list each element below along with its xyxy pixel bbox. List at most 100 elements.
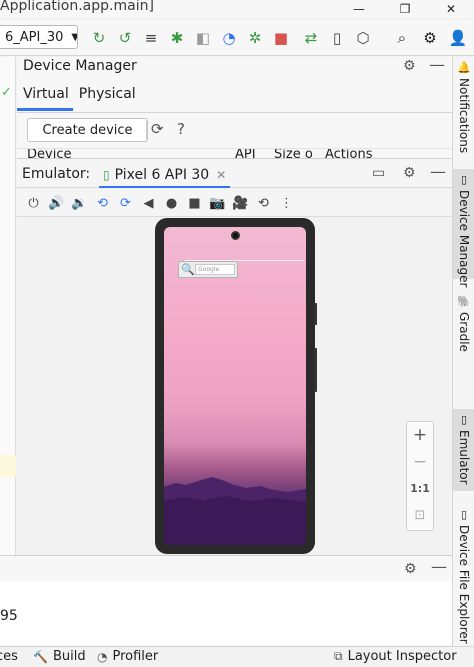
record-icon[interactable]: 🎥 [229, 193, 252, 213]
refresh-icon[interactable]: ⟳ [151, 120, 164, 138]
power-icon[interactable]: ⏻ [22, 193, 45, 213]
run-actions: ↻ ↺ ≡ ✱ ◧ ◔ ✲ ■ ⇄ ▯ ⬡ [86, 26, 376, 50]
rotate-right-icon[interactable]: ⟳ [114, 193, 137, 213]
emulator-label: Emulator: [22, 166, 91, 182]
phone-frame: 🔍 Google [155, 218, 315, 554]
sdk-manager-icon[interactable]: ⬡ [350, 26, 376, 50]
profile-icon[interactable]: ◔ [216, 26, 242, 50]
sidebar-tab-label: Gradle [457, 312, 471, 352]
zoom-controls: + − 1:1 ⊡ [406, 421, 434, 531]
stop-icon[interactable]: ■ [268, 26, 294, 50]
search-placeholder: Google [195, 264, 235, 275]
statusbar-label: ces [0, 649, 18, 664]
toolbar-right-actions: ⌕ ⚙ 👤 [388, 26, 472, 50]
close-icon[interactable]: ✕ [216, 168, 226, 182]
user-icon[interactable]: 👤 [444, 26, 472, 50]
sidebar-tab-label: Emulator [457, 430, 471, 485]
settings-icon[interactable]: ⚙ [416, 26, 444, 50]
minimize-button[interactable]: — [336, 0, 382, 18]
overview-icon[interactable]: ■ [183, 193, 206, 213]
file-explorer-icon: ▯ [460, 508, 468, 521]
phone-icon: ▯ [460, 413, 468, 426]
device-selector[interactable]: 6_API_30 ▼ [0, 25, 78, 49]
sidebar-tab-device-manager[interactable]: ▯ Device Manager [453, 169, 474, 287]
zoom-in-button[interactable]: + [407, 425, 433, 445]
tab-pixel-6-api-30[interactable]: ▯ Pixel 6 API 30 ✕ [99, 164, 231, 188]
divider [17, 112, 452, 113]
minimize-panel-icon[interactable]: — [429, 55, 445, 74]
wallpaper-mountains [164, 477, 306, 545]
device-manager-icon: ▯ [460, 173, 468, 186]
gutter-highlight [0, 455, 16, 477]
device-screen[interactable]: 🔍 Google [164, 227, 306, 545]
device-manager-tabs: Virtual Physical [17, 83, 140, 111]
volume-up-icon[interactable]: 🔊 [45, 193, 68, 213]
left-gutter: ✓ [0, 57, 16, 557]
sidebar-tab-device-file-explorer[interactable]: ▯ Device File Explorer [453, 508, 474, 644]
rerun-icon[interactable]: ↻ [86, 26, 112, 50]
snapshot-icon[interactable]: ⟲ [252, 193, 275, 213]
minimize-panel-icon[interactable]: — [431, 557, 447, 576]
column-size[interactable]: Size o [274, 149, 313, 158]
device-selector-label: 6_API_30 [5, 29, 64, 45]
emulator-tab-label: Pixel 6 API 30 [114, 167, 210, 183]
gear-icon[interactable]: ⚙ [403, 165, 416, 181]
help-icon[interactable]: ? [177, 120, 185, 138]
sidebar-tab-label: Device Manager [457, 190, 471, 288]
elephant-icon: 🐘 [457, 295, 471, 308]
more-icon[interactable]: ⋮ [275, 193, 298, 213]
search-icon[interactable]: ⌕ [388, 26, 416, 50]
output-text: 95 [0, 608, 18, 624]
power-button [314, 303, 317, 325]
emulator-toolbar: ⏻ 🔊 🔉 ⟲ ⟳ ◀ ● ■ 📷 🎥 ⟲ ⋮ [17, 189, 452, 217]
device-manager-icon[interactable]: ▯ [324, 26, 350, 50]
window-controls: — ❐ ✕ [336, 0, 474, 18]
sync-icon[interactable]: ⇄ [298, 26, 324, 50]
zoom-out-button[interactable]: − [407, 452, 433, 472]
window-mode-icon[interactable]: ▭ [372, 165, 385, 181]
attach-debugger-icon[interactable]: ◧ [190, 26, 216, 50]
fit-screen-icon[interactable]: ⊡ [407, 508, 433, 523]
emulator-controls: ⏻ 🔊 🔉 ⟲ ⟳ ◀ ● ■ 📷 🎥 ⟲ ⋮ [22, 193, 298, 213]
close-window-button[interactable]: ✕ [428, 0, 474, 18]
statusbar-item-layout-inspector[interactable]: ⧉ Layout Inspector [334, 649, 457, 664]
volume-rocker [314, 348, 317, 392]
gear-icon[interactable]: ⚙ [403, 58, 416, 74]
maximize-button[interactable]: ❐ [382, 0, 428, 18]
sidebar-tab-label: Device File Explorer [457, 525, 471, 644]
statusbar-item-services[interactable]: ces [0, 649, 18, 664]
emulator-display: 🔍 Google [17, 218, 452, 554]
create-device-button[interactable]: Create device [27, 118, 148, 142]
tab-physical[interactable]: Physical [73, 83, 140, 111]
statusbar-label: Layout Inspector [347, 649, 457, 664]
gear-icon[interactable]: ⚙ [404, 561, 417, 577]
run-tests-icon[interactable]: ≡ [138, 26, 164, 50]
column-actions[interactable]: Actions [325, 149, 373, 158]
debug-icon[interactable]: ✱ [164, 26, 190, 50]
sidebar-tab-gradle[interactable]: 🐘 Gradle [453, 295, 474, 352]
debug-apk-icon[interactable]: ✲ [242, 26, 268, 50]
rotate-left-icon[interactable]: ⟲ [91, 193, 114, 213]
hammer-icon: 🔨 [33, 649, 48, 664]
column-api[interactable]: API [235, 149, 256, 158]
volume-down-icon[interactable]: 🔉 [68, 193, 91, 213]
tab-virtual[interactable]: Virtual [17, 83, 73, 111]
status-bar: ces 🔨 Build ◔ Profiler ⧉ Layout Inspecto… [0, 646, 474, 667]
camera-icon[interactable]: 📷 [206, 193, 229, 213]
device-manager-panel: Device Manager ⚙ — Virtual Physical Crea… [17, 55, 452, 158]
device-manager-title: Device Manager [23, 58, 137, 74]
sidebar-tab-emulator[interactable]: ▯ Emulator [453, 409, 474, 491]
back-icon[interactable]: ◀ [137, 193, 160, 213]
statusbar-label: Profiler [112, 649, 159, 664]
statusbar-item-profiler[interactable]: ◔ Profiler [97, 649, 158, 664]
gauge-icon: ◔ [97, 649, 108, 664]
apply-changes-icon[interactable]: ↺ [112, 26, 138, 50]
minimize-panel-icon[interactable]: — [430, 162, 446, 181]
google-search-widget[interactable]: 🔍 Google [178, 261, 238, 278]
actual-size-button[interactable]: 1:1 [407, 482, 433, 495]
sidebar-tab-notifications[interactable]: 🔔 Notifications [453, 61, 474, 153]
statusbar-item-build[interactable]: 🔨 Build [33, 649, 86, 664]
home-icon[interactable]: ● [160, 193, 183, 213]
emulator-header: Emulator: ▯ Pixel 6 API 30 ✕ ▭ ⚙ — [17, 158, 452, 188]
column-device[interactable]: Device [27, 149, 71, 158]
